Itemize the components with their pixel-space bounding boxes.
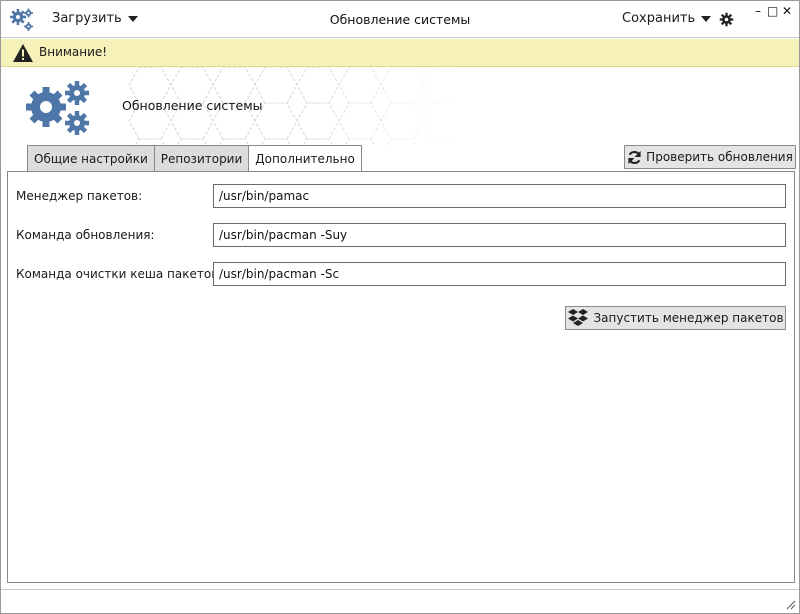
package-manager-input[interactable] (213, 184, 786, 208)
refresh-icon (628, 150, 641, 164)
update-command-input[interactable] (213, 223, 786, 247)
cache-clean-command-input[interactable] (213, 262, 786, 286)
app-window: Загрузить Обновление системы Сохранить –… (0, 0, 800, 614)
alert-text: Внимание! (39, 45, 108, 59)
load-menu-button[interactable]: Загрузить (52, 11, 138, 26)
cache-clean-command-label: Команда очистки кеша пакетов: (16, 267, 223, 281)
chevron-down-icon (127, 15, 138, 22)
gear-icon[interactable] (719, 12, 734, 27)
minimize-button[interactable]: – (755, 5, 761, 17)
gears-icon (10, 8, 33, 31)
load-menu-label: Загрузить (52, 11, 122, 26)
check-updates-label: Проверить обновления (646, 150, 793, 164)
title-bar: Загрузить Обновление системы Сохранить –… (1, 1, 799, 38)
tab-advanced[interactable]: Дополнительно (248, 145, 362, 173)
check-updates-button[interactable]: Проверить обновления (624, 145, 796, 169)
tab-bar: Общие настройки Репозитории Дополнительн… (27, 145, 362, 173)
page-header: Обновление системы (1, 67, 799, 145)
tab-general-settings[interactable]: Общие настройки (27, 145, 155, 172)
save-menu-label: Сохранить (622, 11, 696, 26)
maximize-button[interactable]: □ (767, 5, 778, 17)
gears-icon (26, 81, 89, 135)
status-bar (1, 589, 799, 613)
alert-bar: Внимание! (1, 39, 799, 67)
save-menu-button[interactable]: Сохранить (622, 11, 712, 26)
package-manager-label: Менеджер пакетов: (16, 189, 143, 203)
advanced-settings-panel: Менеджер пакетов: Команда обновления: Ко… (7, 171, 795, 583)
run-package-manager-label: Запустить менеджер пакетов (593, 311, 784, 325)
tab-repositories[interactable]: Репозитории (153, 145, 250, 172)
run-package-manager-button[interactable]: Запустить менеджер пакетов (565, 306, 786, 330)
chevron-down-icon (701, 15, 712, 22)
page-title: Обновление системы (122, 98, 263, 113)
warning-icon (13, 44, 33, 62)
boxes-icon (568, 309, 589, 326)
resize-grip-icon[interactable] (784, 598, 796, 610)
update-command-label: Команда обновления: (16, 228, 155, 242)
close-button[interactable]: ✕ (782, 5, 792, 17)
